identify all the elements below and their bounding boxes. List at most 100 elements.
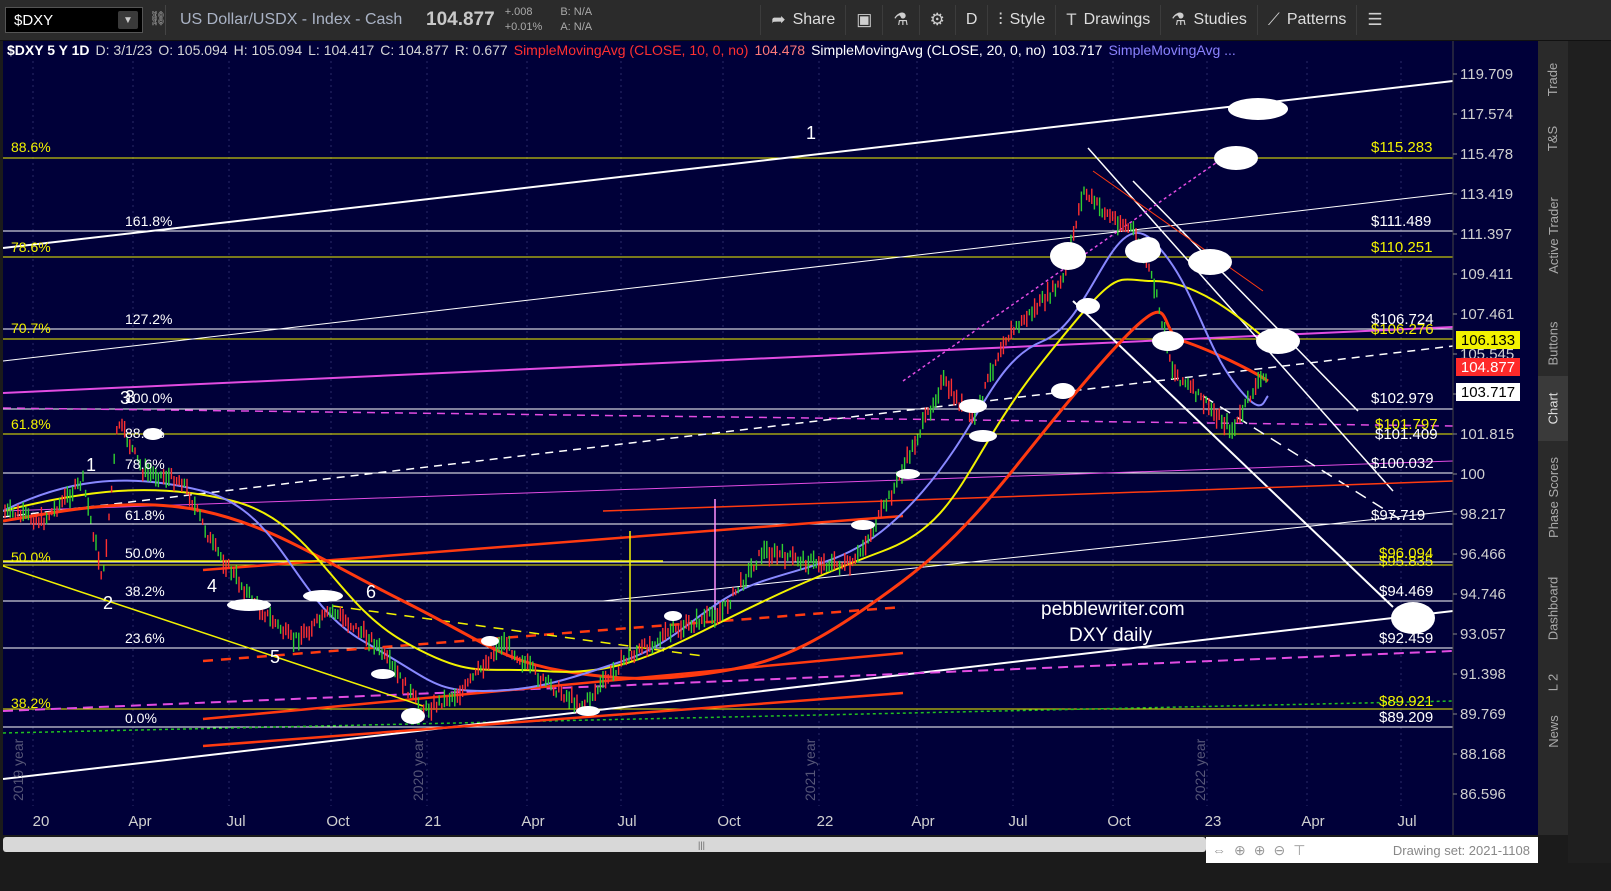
target-oval	[303, 590, 343, 602]
header-date: D: 3/1/23	[95, 42, 153, 58]
scroll-handle-icon[interactable]: |||	[698, 840, 708, 850]
gear-button[interactable]: ⚙	[918, 5, 955, 35]
symbol-selector[interactable]: $DXY ▼	[5, 7, 143, 33]
side-tab-label: Phase Scores	[1545, 456, 1561, 538]
target-oval	[969, 430, 997, 442]
price-tick-label: 98.217	[1460, 506, 1506, 523]
style-button[interactable]: ⫶ Style	[987, 5, 1055, 35]
side-tab-active-trader[interactable]: Active Trader	[1538, 159, 1568, 311]
bottom-strip	[0, 863, 1611, 891]
sma10-label[interactable]: SimpleMovingAvg (CLOSE, 10, 0, no)	[514, 42, 749, 58]
chevron-down-icon[interactable]: ▼	[118, 11, 138, 29]
side-tab-trade[interactable]: Trade	[1538, 41, 1568, 117]
target-oval	[1188, 249, 1232, 275]
chart-settings-button[interactable]: ▣	[845, 5, 882, 35]
price-tick-label: 115.478	[1460, 146, 1513, 163]
wave-label: 6	[366, 582, 376, 602]
price-tick-label: 101.815	[1460, 426, 1514, 443]
fib-left-label: 38.2%	[11, 695, 51, 711]
expand-icon[interactable]: ⇔	[1212, 842, 1226, 858]
zoom-in-icon[interactable]: ⊕	[1254, 842, 1266, 859]
sma20-label[interactable]: SimpleMovingAvg (CLOSE, 20, 0, no)	[811, 42, 1046, 58]
chart-labels: 88.6%78.6%70.7%61.8%50.0%38.2%161.8%127.…	[11, 123, 1438, 726]
side-tab-buttons[interactable]: Buttons	[1538, 311, 1568, 376]
drawings-button[interactable]: T Drawings	[1055, 5, 1160, 35]
price-chart[interactable]: 88.6%78.6%70.7%61.8%50.0%38.2%161.8%127.…	[2, 41, 1538, 835]
time-tick-label: 21	[425, 813, 442, 830]
target-oval	[851, 520, 875, 530]
target-oval	[1050, 242, 1086, 270]
studies-button[interactable]: ⚗ Studies	[1160, 5, 1257, 35]
horizontal-scrollbar[interactable]: |||	[3, 837, 1206, 852]
fib-inner-label: 88.6%	[125, 425, 165, 441]
menu-icon: ☰	[1367, 10, 1383, 29]
right-gutter	[1568, 41, 1611, 891]
wave-label: 3	[125, 387, 135, 407]
fib-inner-label: 0.0%	[125, 710, 157, 726]
price-axis: 119.709 117.574 115.478 113.419 111.397 109.4…	[1452, 41, 1520, 835]
style-label: Style	[1009, 11, 1046, 28]
header-low: L: 104.417	[308, 42, 375, 58]
chart-area[interactable]: 88.6% 78.6% 70.7% 61.8% 50.0% 38.2% 161.8% 127.…	[2, 41, 1538, 835]
last-price: 104.877	[426, 9, 495, 30]
price-target-label: $97.719	[1371, 507, 1425, 524]
target-oval	[1136, 237, 1160, 257]
side-tab-phase-scores[interactable]: Phase Scores	[1538, 441, 1568, 553]
price-tick-label: 113.419	[1460, 186, 1513, 203]
drawing-set-label[interactable]: Drawing set: 2021-1108	[1393, 843, 1530, 858]
trend-line	[202, 691, 904, 748]
net-change: +.008	[504, 6, 533, 18]
ask: A: N/A	[560, 21, 593, 33]
price-badge-label: 106.133	[1461, 332, 1515, 349]
price-tick-label: 86.596	[1460, 786, 1506, 803]
price-target-label: $115.283	[1371, 139, 1432, 156]
wave-label: 2	[103, 593, 113, 613]
sma10-value: 104.478	[754, 42, 806, 58]
link-icon[interactable]: ⛓	[149, 10, 167, 30]
side-tab-dashboard[interactable]: Dashboard	[1538, 553, 1568, 663]
price-tick-label: 89.769	[1460, 706, 1506, 723]
side-tab-label: T&S	[1545, 125, 1561, 151]
side-tab-chart[interactable]: Chart	[1538, 376, 1568, 441]
year-label: 2022 year	[1192, 738, 1208, 801]
price-tick-label: 100	[1460, 466, 1485, 483]
time-tick-label: Jul	[617, 813, 636, 830]
trend-line	[202, 605, 904, 663]
flask-button[interactable]: ⚗	[882, 5, 918, 35]
target-oval	[371, 669, 395, 679]
period-label: D	[965, 11, 978, 28]
share-button[interactable]: ➦ Share	[760, 5, 845, 35]
side-tab-label: Active Trader	[1545, 196, 1561, 274]
patterns-button[interactable]: ⟋ Patterns	[1256, 5, 1357, 35]
fib-inner-label: 127.2%	[125, 311, 172, 327]
patterns-label: Patterns	[1286, 11, 1347, 28]
time-tick-label: 23	[1205, 813, 1222, 830]
time-tick-label: 22	[817, 813, 834, 830]
target-oval	[1051, 383, 1075, 399]
text-tool-icon: T	[1066, 10, 1077, 29]
price-target-label: $89.209	[1379, 709, 1433, 726]
side-tab-t-s[interactable]: T&S	[1538, 117, 1568, 159]
zoom-out-icon[interactable]: ⊖	[1273, 842, 1285, 859]
price-target-label: $100.032	[1371, 455, 1434, 472]
header-symbol: $DXY 5 Y 1D	[7, 42, 90, 58]
pan-icon[interactable]: ⊤	[1293, 842, 1305, 859]
price-tick-label: 107.461	[1460, 306, 1514, 323]
time-tick-label: Apr	[1301, 813, 1324, 830]
side-tab-news[interactable]: News	[1538, 701, 1568, 761]
menu-button[interactable]: ☰	[1356, 5, 1392, 35]
side-tab-l-2[interactable]: L 2	[1538, 663, 1568, 701]
sma-more-label[interactable]: SimpleMovingAvg ...	[1108, 42, 1235, 58]
fib-inner-label: 61.8%	[125, 507, 165, 523]
period-button[interactable]: D	[954, 5, 988, 35]
fib-inner-label: 161.8%	[125, 213, 172, 229]
side-tab-label: Dashboard	[1545, 576, 1561, 640]
target-oval	[896, 469, 920, 479]
crosshair-icon[interactable]: ⊕	[1234, 842, 1246, 859]
study-header: $DXY 5 Y 1D D: 3/1/23 O: 105.094 H: 105.…	[3, 41, 1453, 59]
side-tab-label: Chart	[1545, 392, 1561, 425]
camera-icon: ▣	[856, 10, 873, 29]
target-oval	[576, 706, 600, 716]
target-oval	[227, 599, 271, 611]
side-tab-label: Trade	[1545, 62, 1561, 96]
